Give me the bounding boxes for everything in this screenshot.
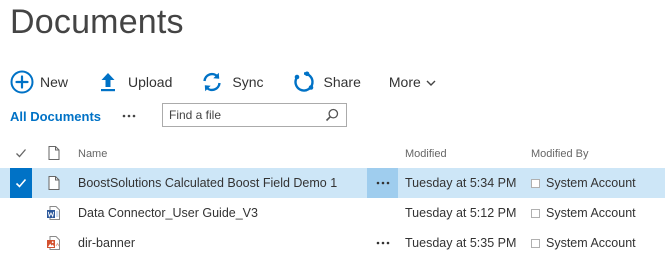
row-checkbox[interactable] <box>10 202 32 224</box>
modified-date: Tuesday at 5:34 PM <box>405 176 517 190</box>
upload-button[interactable]: Upload <box>96 68 172 96</box>
share-icon <box>292 70 316 94</box>
row-selected-checkmark-icon[interactable] <box>10 168 32 198</box>
modified-by[interactable]: System Account <box>531 206 636 220</box>
new-button[interactable]: New <box>10 68 68 96</box>
more-menu-button[interactable]: More <box>389 68 437 96</box>
upload-label: Upload <box>128 74 173 90</box>
command-bar: New Upload Sync Share More <box>10 68 465 96</box>
file-name-link[interactable]: BoostSolutions Calculated Boost Field De… <box>78 176 337 190</box>
table-row[interactable]: dir-banner Tuesday at 5:35 PM System Acc… <box>0 228 665 258</box>
more-label: More <box>388 74 421 90</box>
view-all-documents-link[interactable]: All Documents <box>10 109 101 124</box>
list-header-row: Name Modified Modified By <box>0 138 665 168</box>
presence-indicator-icon <box>531 208 540 218</box>
chevron-down-icon <box>425 76 437 88</box>
table-row[interactable]: BoostSolutions Calculated Boost Field De… <box>0 168 665 198</box>
modified-by-name: System Account <box>546 206 636 220</box>
row-ellipsis-icon[interactable] <box>367 228 398 258</box>
share-button[interactable]: Share <box>292 68 361 96</box>
table-row[interactable]: Data Connector_User Guide_V3 Tuesday at … <box>0 198 665 228</box>
modified-date: Tuesday at 5:12 PM <box>405 206 517 220</box>
plus-circle-icon <box>10 70 34 94</box>
search-icon[interactable] <box>321 104 343 126</box>
sync-arrows-icon <box>200 70 224 94</box>
view-selector: All Documents <box>10 103 137 129</box>
modified-by[interactable]: System Account <box>531 236 636 250</box>
modified-by[interactable]: System Account <box>531 176 636 190</box>
column-header-modified-by[interactable]: Modified By <box>531 148 588 160</box>
sync-button[interactable]: Sync <box>200 68 264 96</box>
modified-by-name: System Account <box>546 176 636 190</box>
find-a-file-search <box>162 103 347 127</box>
modified-by-name: System Account <box>546 236 636 250</box>
word-doc-icon <box>46 205 62 221</box>
select-all-checkmark-icon[interactable] <box>10 142 32 164</box>
file-name-link[interactable]: Data Connector_User Guide_V3 <box>78 206 258 220</box>
row-ellipsis-icon[interactable] <box>367 168 398 198</box>
row-checkbox[interactable] <box>10 232 32 254</box>
file-type-header-icon[interactable] <box>46 145 62 161</box>
file-name-link[interactable]: dir-banner <box>78 236 135 250</box>
view-options-ellipsis-icon[interactable] <box>121 109 137 123</box>
column-header-name[interactable]: Name <box>78 148 107 160</box>
modified-date: Tuesday at 5:35 PM <box>405 236 517 250</box>
presence-indicator-icon <box>531 238 540 248</box>
document-library-list: Name Modified Modified By BoostSolutions… <box>0 138 665 258</box>
image-file-icon <box>46 235 62 251</box>
presence-indicator-icon <box>531 178 540 188</box>
search-input[interactable] <box>163 105 321 125</box>
upload-arrow-icon <box>96 70 120 94</box>
new-label: New <box>40 74 69 90</box>
column-header-modified[interactable]: Modified <box>405 148 447 160</box>
share-label: Share <box>323 74 361 90</box>
document-icon <box>46 175 62 191</box>
sync-label: Sync <box>232 74 264 90</box>
page-title: Documents <box>10 3 184 41</box>
